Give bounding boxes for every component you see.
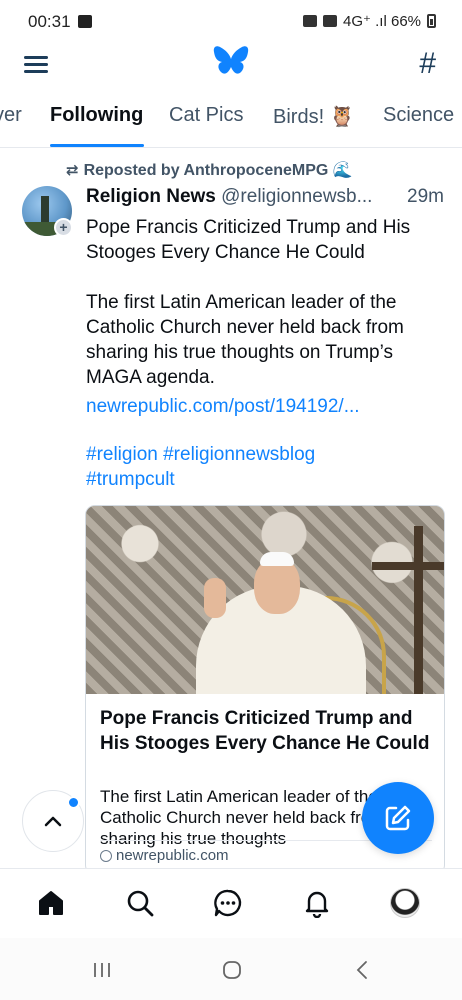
home-circle-icon[interactable]: [217, 958, 247, 982]
profile-avatar: [390, 888, 420, 918]
tab-discover[interactable]: ver: [0, 104, 22, 127]
post-hashtags[interactable]: #religion #religionnewsblog: [86, 442, 446, 467]
author-handle: @religionnewsb...: [221, 186, 373, 207]
tab-cat-pics[interactable]: Cat Pics: [169, 104, 243, 127]
alarm-icon: [303, 15, 318, 27]
card-image: [86, 506, 444, 694]
butterfly-logo-icon[interactable]: [212, 44, 250, 80]
new-posts-dot: [67, 796, 80, 809]
globe-icon: [100, 849, 112, 862]
recent-apps-icon[interactable]: [87, 958, 117, 982]
card-domain: newrepublic.com: [100, 847, 229, 864]
bottom-navigation: [0, 868, 462, 938]
card-title: Pope Francis Criticized Trump and His St…: [100, 708, 430, 754]
post-time: 29m: [404, 186, 444, 208]
status-time: 00:31: [28, 12, 71, 31]
author-name: Religion News: [86, 186, 216, 207]
status-signal-text: 4G⁺ .ıl 66%: [343, 13, 421, 30]
post-text-title: Pope Francis Criticized Trump and His St…: [86, 217, 411, 263]
chevron-up-icon: [44, 816, 62, 827]
app-header: #: [0, 40, 462, 90]
post-hashtags-2[interactable]: #trumpcult: [86, 467, 446, 492]
nav-chat[interactable]: [208, 883, 248, 923]
nav-home[interactable]: [31, 883, 71, 923]
post-link[interactable]: newrepublic.com/post/194192/...: [86, 394, 446, 419]
tab-science[interactable]: Science: [383, 104, 454, 127]
compose-pencil-icon: [385, 805, 411, 831]
hamburger-menu-icon[interactable]: [24, 53, 50, 75]
active-tab-indicator: [50, 144, 144, 147]
compose-button[interactable]: [362, 782, 434, 854]
status-indicators: 4G⁺ .ıl 66%: [303, 12, 436, 30]
feeds-hash-icon[interactable]: #: [419, 47, 436, 81]
repost-label[interactable]: ⇄ Reposted by AnthropoceneMPG 🌊: [66, 160, 353, 180]
author-line[interactable]: Religion News @religionnewsb...: [86, 186, 446, 208]
gallery-notification-icon: [78, 15, 92, 28]
back-icon[interactable]: [347, 958, 377, 982]
feed-tabs: ver Following Cat Pics Birds! 🦉 Science: [0, 96, 462, 148]
nav-search[interactable]: [120, 883, 160, 923]
mute-icon: [323, 15, 338, 27]
card-domain-text: newrepublic.com: [116, 847, 229, 864]
repost-icon: ⇄: [66, 162, 79, 179]
post-text-body: The first Latin American leader of the C…: [86, 292, 404, 388]
nav-notifications[interactable]: [297, 883, 337, 923]
tab-birds[interactable]: Birds! 🦉: [273, 104, 355, 129]
home-icon: [39, 891, 63, 915]
repost-text: Reposted by AnthropoceneMPG 🌊: [83, 162, 353, 179]
search-icon: [127, 890, 154, 917]
nav-profile[interactable]: [385, 883, 425, 923]
chat-icon: [214, 889, 242, 917]
bell-icon: [305, 891, 329, 918]
follow-plus-icon[interactable]: +: [54, 218, 73, 237]
tab-following[interactable]: Following: [50, 104, 143, 127]
system-navigation-bar: [0, 938, 462, 1000]
battery-icon: [427, 14, 436, 28]
status-bar: 00:31 4G⁺ .ıl 66%: [0, 0, 462, 44]
